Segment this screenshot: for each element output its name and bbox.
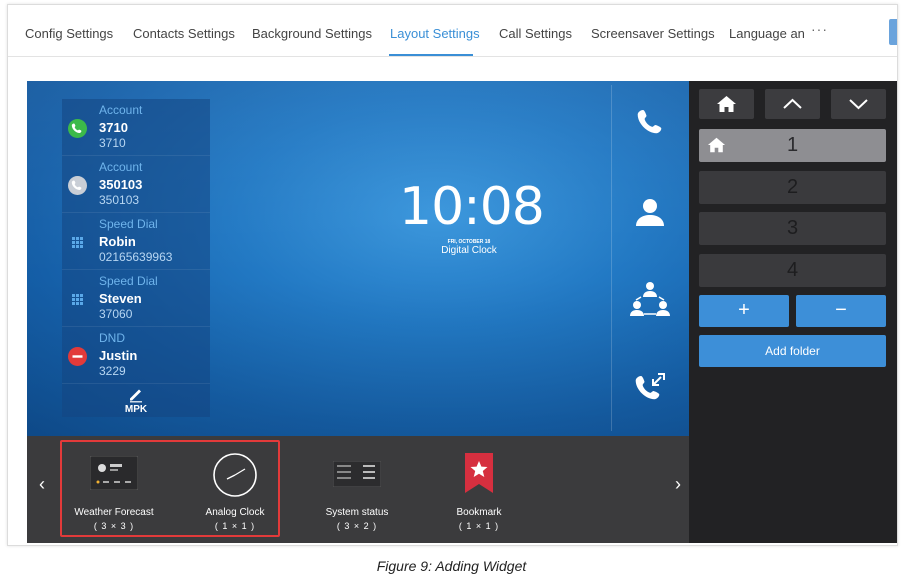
tray-prev-button[interactable]: ‹ xyxy=(32,474,52,495)
dnd-icon xyxy=(68,347,87,366)
tab-layout-settings[interactable]: Layout Settings xyxy=(390,26,480,41)
widget-size: ( 3 × 2 ) xyxy=(336,521,378,531)
move-down-button[interactable] xyxy=(831,89,886,119)
mpk-name: 3710 xyxy=(99,120,128,135)
widget-name: System status xyxy=(325,507,389,518)
dialpad-icon xyxy=(68,233,87,252)
tab-language[interactable]: Language an xyxy=(729,26,805,41)
mpk-name: Steven xyxy=(99,291,142,306)
remove-page-button[interactable]: − xyxy=(796,295,886,327)
scroll-edge-button[interactable] xyxy=(889,19,897,45)
folder-panel: 1 2 3 4 + − Add folder xyxy=(689,81,897,543)
system-status-icon xyxy=(333,461,381,487)
tab-call-settings[interactable]: Call Settings xyxy=(499,26,572,41)
widget-size: ( 1 × 1 ) xyxy=(214,521,256,531)
widget-tray: ‹ › Weather Forecast ( 3 × 3 ) Analog Cl… xyxy=(27,436,689,543)
mpk-type: Account xyxy=(99,160,143,174)
folder-number: 1 xyxy=(786,134,799,156)
tab-background-settings[interactable]: Background Settings xyxy=(252,26,372,41)
mpk-type: Account xyxy=(99,103,143,117)
analog-clock-icon xyxy=(213,453,257,497)
mpk-number: 02165639963 xyxy=(99,250,173,264)
widget-name: Bookmark xyxy=(456,507,502,518)
contact-icon[interactable] xyxy=(627,190,673,236)
mpk-edit-button[interactable]: MPK xyxy=(62,384,210,417)
tab-contacts-settings[interactable]: Contacts Settings xyxy=(133,26,235,41)
move-up-button[interactable] xyxy=(765,89,820,119)
mpk-row[interactable]: Account 350103 350103 xyxy=(62,156,210,213)
conference-icon[interactable] xyxy=(627,277,673,323)
widget-name: Weather Forecast xyxy=(74,507,154,518)
mpk-type: Speed Dial xyxy=(99,274,158,288)
widget-system-status[interactable]: System status ( 3 × 2 ) xyxy=(302,436,412,543)
edit-pencil-icon xyxy=(130,389,142,403)
mpk-number: 37060 xyxy=(99,307,133,321)
mpk-type: Speed Dial xyxy=(99,217,158,231)
phone-grey-icon xyxy=(68,176,87,195)
active-tab-indicator xyxy=(389,54,473,56)
widget-name: Analog Clock xyxy=(205,507,265,518)
home-button[interactable] xyxy=(699,89,754,119)
widget-analog-clock[interactable]: Analog Clock ( 1 × 1 ) xyxy=(180,436,290,543)
mpk-type: DND xyxy=(99,331,125,345)
tray-next-button[interactable]: › xyxy=(668,474,688,495)
mpk-name: 350103 xyxy=(99,177,143,192)
mpk-number: 3710 xyxy=(99,136,126,150)
folder-number: 2 xyxy=(786,176,799,198)
call-history-icon[interactable] xyxy=(627,365,673,411)
widget-weather-forecast[interactable]: Weather Forecast ( 3 × 3 ) xyxy=(59,436,169,543)
dialpad-icon xyxy=(68,290,87,309)
folder-number: 4 xyxy=(786,259,799,281)
folder-number: 3 xyxy=(786,217,799,239)
folder-item-1[interactable]: 1 xyxy=(699,129,886,162)
weather-widget-icon xyxy=(90,456,138,490)
folder-item-3[interactable]: 3 xyxy=(699,212,886,245)
add-folder-button[interactable]: Add folder xyxy=(699,335,886,367)
figure-caption: Figure 9: Adding Widget xyxy=(376,558,527,574)
folder-item-2[interactable]: 2 xyxy=(699,171,886,204)
layout-preview-screen: Account 3710 3710 Account 350103 350103 xyxy=(27,81,897,543)
mpk-label: MPK xyxy=(124,404,148,415)
mpk-row[interactable]: Speed Dial Robin 02165639963 xyxy=(62,213,210,270)
widget-size: ( 3 × 3 ) xyxy=(93,521,135,531)
bookmark-icon xyxy=(465,453,493,493)
tab-screensaver-settings[interactable]: Screensaver Settings xyxy=(591,26,715,41)
settings-window: Config Settings Contacts Settings Backgr… xyxy=(7,4,898,546)
mpk-name: Robin xyxy=(99,234,136,249)
phone-green-icon xyxy=(68,119,87,138)
mpk-row[interactable]: DND Justin 3229 xyxy=(62,327,210,384)
home-icon xyxy=(717,96,736,112)
mpk-row[interactable]: Account 3710 3710 xyxy=(62,99,210,156)
mpk-number: 3229 xyxy=(99,364,126,378)
mpk-number: 350103 xyxy=(99,193,140,207)
tab-overflow-button[interactable]: ··· xyxy=(811,21,828,37)
folder-item-4[interactable]: 4 xyxy=(699,254,886,287)
settings-tab-bar: Config Settings Contacts Settings Backgr… xyxy=(8,5,897,57)
add-page-button[interactable]: + xyxy=(699,295,789,327)
digital-clock-time: 10:08 xyxy=(399,177,545,237)
chevron-down-icon xyxy=(849,99,868,110)
phone-icon[interactable] xyxy=(627,101,673,147)
mpk-widget[interactable]: Account 3710 3710 Account 350103 350103 xyxy=(62,99,210,417)
mpk-name: Justin xyxy=(99,348,138,363)
widget-size: ( 1 × 1 ) xyxy=(458,521,500,531)
digital-clock-label: Digital Clock xyxy=(441,245,497,256)
chevron-up-icon xyxy=(783,98,802,109)
tab-config-settings[interactable]: Config Settings xyxy=(25,26,113,41)
mpk-row[interactable]: Speed Dial Steven 37060 xyxy=(62,270,210,327)
widget-bookmark[interactable]: Bookmark ( 1 × 1 ) xyxy=(424,436,534,543)
